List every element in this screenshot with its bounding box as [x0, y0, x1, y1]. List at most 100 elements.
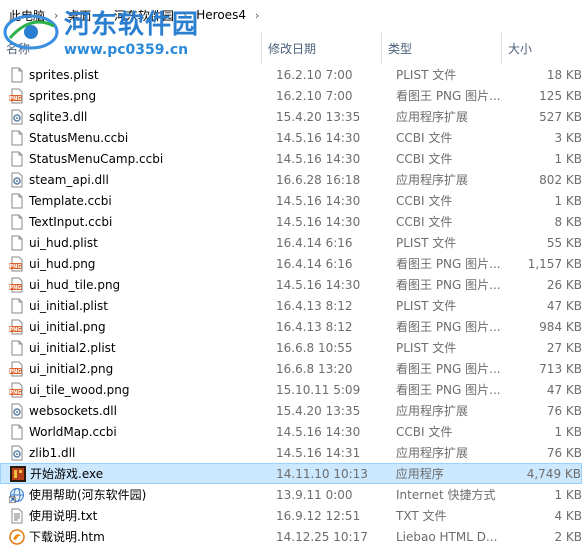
file-size: 18 KB	[546, 67, 582, 82]
file-date: 16.6.8 10:55	[276, 340, 353, 355]
text-file-icon	[9, 508, 25, 524]
svg-text:PNG: PNG	[10, 96, 22, 102]
file-row[interactable]: sqlite3.dll 15.4.20 13:35 应用程序扩展 527 KB	[0, 106, 582, 127]
file-row[interactable]: sprites.plist 16.2.10 7:00 PLIST 文件 18 KB	[0, 64, 582, 85]
file-size: 76 KB	[546, 403, 582, 418]
file-type: CCBI 文件	[396, 131, 453, 145]
file-row[interactable]: Template.ccbi 14.5.16 14:30 CCBI 文件 1 KB	[0, 190, 582, 211]
chevron-right-icon[interactable]: ›	[48, 9, 64, 22]
file-type: PLIST 文件	[396, 236, 457, 250]
file-size: 55 KB	[546, 235, 582, 250]
file-type: PLIST 文件	[396, 68, 457, 82]
file-row[interactable]: 开始游戏.exe 14.11.10 10:13 应用程序 4,749 KB	[0, 463, 582, 484]
file-date: 14.5.16 14:30	[276, 277, 361, 292]
file-name: ui_hud.png	[29, 256, 96, 271]
file-size: 1,157 KB	[527, 256, 582, 271]
column-header-type[interactable]: 类型	[382, 32, 502, 64]
file-date: 15.10.11 5:09	[276, 382, 361, 397]
file-size: 1 KB	[554, 151, 582, 166]
file-row[interactable]: 使用说明.txt 16.9.12 12:51 TXT 文件 4 KB	[0, 505, 582, 526]
file-row[interactable]: PNG ui_hud_tile.png 14.5.16 14:30 看图王 PNG 图…	[0, 274, 582, 295]
chevron-right-icon[interactable]: ›	[94, 9, 110, 22]
breadcrumb: 此电脑 › 桌面 › 河东软件园 › Heroes4 ›	[0, 0, 582, 30]
file-row[interactable]: 使用帮助(河东软件园) 13.9.11 0:00 Internet 快捷方式 1 KB	[0, 484, 582, 505]
file-type: CCBI 文件	[396, 194, 453, 208]
dll-icon	[9, 109, 25, 125]
png-icon: PNG	[9, 319, 25, 335]
column-header-name[interactable]: 名称	[0, 32, 262, 64]
file-date: 16.2.10 7:00	[276, 67, 353, 82]
column-header-date[interactable]: 修改日期	[262, 32, 382, 64]
file-size: 2 KB	[554, 529, 582, 544]
column-header-size[interactable]: 大小	[502, 32, 582, 64]
file-row[interactable]: PNG ui_initial2.png 16.6.8 13:20 看图王 PNG 图片…	[0, 358, 582, 379]
document-icon	[9, 214, 25, 230]
internet-shortcut-icon	[8, 487, 25, 503]
breadcrumb-item-this-pc[interactable]: 此电脑	[6, 7, 48, 24]
document-icon	[9, 130, 25, 146]
file-size: 802 KB	[539, 172, 582, 187]
svg-text:PNG: PNG	[10, 369, 22, 375]
file-size: 4,749 KB	[526, 466, 581, 481]
file-date: 16.6.8 13:20	[276, 361, 353, 376]
file-row[interactable]: zlib1.dll 14.5.16 14:31 应用程序扩展 76 KB	[0, 442, 582, 463]
png-icon: PNG	[9, 382, 25, 398]
file-date: 15.4.20 13:35	[276, 403, 361, 418]
chevron-right-icon[interactable]: ›	[177, 9, 193, 22]
file-size: 713 KB	[539, 361, 582, 376]
file-row[interactable]: PNG ui_initial.png 16.4.13 8:12 看图王 PNG 图片.…	[0, 316, 582, 337]
file-size: 1 KB	[554, 424, 582, 439]
file-type: 看图王 PNG 图片...	[396, 89, 501, 103]
file-name: ui_tile_wood.png	[29, 382, 130, 397]
file-name: ui_initial.png	[29, 319, 106, 334]
file-row[interactable]: PNG ui_hud.png 16.4.14 6:16 看图王 PNG 图片... 1,…	[0, 253, 582, 274]
file-type: 看图王 PNG 图片...	[396, 257, 501, 271]
svg-text:PNG: PNG	[10, 285, 22, 291]
dll-icon	[9, 445, 25, 461]
file-row[interactable]: ui_hud.plist 16.4.14 6:16 PLIST 文件 55 KB	[0, 232, 582, 253]
breadcrumb-item-folder[interactable]: 河东软件园	[111, 7, 177, 24]
file-row[interactable]: 下载说明.htm 14.12.25 10:17 Liebao HTML D... 2 …	[0, 526, 582, 547]
file-date: 16.6.28 16:18	[276, 172, 361, 187]
file-row[interactable]: StatusMenuCamp.ccbi 14.5.16 14:30 CCBI 文件 1…	[0, 148, 582, 169]
document-icon	[9, 235, 25, 251]
breadcrumb-item-heroes4[interactable]: Heroes4	[193, 8, 249, 22]
file-row[interactable]: PNG sprites.png 16.2.10 7:00 看图王 PNG 图片... 1…	[0, 85, 582, 106]
vertical-scrollbar[interactable]	[576, 64, 582, 546]
file-row[interactable]: ui_initial.plist 16.4.13 8:12 PLIST 文件 47 K…	[0, 295, 582, 316]
file-row[interactable]: ui_initial2.plist 16.6.8 10:55 PLIST 文件 27 …	[0, 337, 582, 358]
file-row[interactable]: PNG ui_tile_wood.png 15.10.11 5:09 看图王 PNG …	[0, 379, 582, 400]
file-row[interactable]: WorldMap.ccbi 14.5.16 14:30 CCBI 文件 1 KB	[0, 421, 582, 442]
breadcrumb-item-desktop[interactable]: 桌面	[64, 7, 94, 24]
chevron-right-icon[interactable]: ›	[249, 9, 265, 22]
file-date: 16.4.14 6:16	[276, 235, 353, 250]
png-icon: PNG	[9, 361, 25, 377]
file-type: TXT 文件	[396, 509, 447, 523]
file-type: PLIST 文件	[396, 341, 457, 355]
file-date: 14.5.16 14:30	[276, 151, 361, 166]
file-size: 527 KB	[539, 109, 582, 124]
file-row[interactable]: steam_api.dll 16.6.28 16:18 应用程序扩展 802 KB	[0, 169, 582, 190]
file-name: StatusMenuCamp.ccbi	[29, 151, 164, 166]
png-icon: PNG	[9, 256, 25, 272]
document-icon	[9, 193, 25, 209]
file-name: TextInput.ccbi	[29, 214, 113, 229]
file-date: 15.4.20 13:35	[276, 109, 361, 124]
file-name: ui_initial.plist	[29, 298, 108, 313]
file-type: 应用程序	[395, 467, 444, 481]
file-date: 14.5.16 14:30	[276, 130, 361, 145]
file-date: 14.5.16 14:30	[276, 193, 361, 208]
file-row[interactable]: StatusMenu.ccbi 14.5.16 14:30 CCBI 文件 3 KB	[0, 127, 582, 148]
dll-icon	[9, 403, 25, 419]
file-date: 14.5.16 14:31	[276, 445, 361, 460]
file-type: 应用程序扩展	[396, 446, 469, 460]
file-type: CCBI 文件	[396, 215, 453, 229]
file-size: 984 KB	[539, 319, 582, 334]
file-row[interactable]: TextInput.ccbi 14.5.16 14:30 CCBI 文件 8 KB	[0, 211, 582, 232]
file-type: 看图王 PNG 图片...	[396, 383, 501, 397]
file-row[interactable]: websockets.dll 15.4.20 13:35 应用程序扩展 76 KB	[0, 400, 582, 421]
file-type: 应用程序扩展	[396, 173, 469, 187]
svg-text:PNG: PNG	[10, 327, 22, 333]
file-date: 16.2.10 7:00	[276, 88, 353, 103]
file-type: 看图王 PNG 图片...	[396, 362, 501, 376]
